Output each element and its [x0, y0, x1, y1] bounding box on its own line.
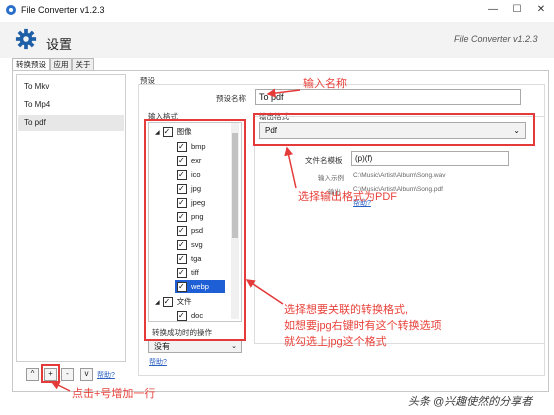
page-title: 设置 [46, 37, 73, 52]
tab-application[interactable]: 应用 [50, 58, 72, 70]
preset-item-pdf[interactable]: To pdf [18, 115, 124, 131]
annotation-box-formats [144, 119, 246, 341]
input-example-value: C:\Music\Artist\Album\Song.wav [353, 172, 446, 179]
help-link-after-convert[interactable]: 帮助? [149, 357, 167, 367]
window-title: File Converter v1.2.3 [21, 5, 105, 15]
tab-about[interactable]: 关于 [72, 58, 94, 70]
preset-name-label: 预设名称 [216, 94, 246, 103]
input-example-label: 输入示例 [318, 175, 344, 182]
filename-template-input[interactable]: (p)(f) [351, 151, 509, 166]
help-link[interactable]: 帮助? [97, 370, 115, 380]
preset-item-mkv[interactable]: To Mkv [18, 79, 124, 95]
preset-item-mp4[interactable]: To Mp4 [18, 97, 124, 113]
remove-preset-button[interactable]: - [61, 368, 74, 381]
close-button[interactable]: ✕ [532, 2, 550, 18]
annotation-output: 选择输出格式为PDF [298, 191, 397, 203]
chevron-down-icon: ⌄ [231, 343, 237, 350]
move-up-button[interactable]: ^ [26, 368, 39, 381]
version-label: File Converter v1.2.3 [454, 34, 538, 44]
annotation-formats-2: 如想要jpg右键时有这个转换选项 [284, 320, 442, 332]
preset-name-input[interactable]: To pdf [255, 89, 521, 105]
annotation-formats-1: 选择想要关联的转换格式, [284, 304, 409, 316]
gear-icon [15, 28, 37, 50]
annotation-add: 点击+号增加一行 [72, 388, 156, 400]
filename-template-label: 文件名模板 [305, 156, 343, 165]
preset-list: To Mkv To Mp4 To pdf [16, 74, 126, 362]
app-logo-icon [6, 5, 16, 15]
watermark: 头条 @兴趣使然的分享者 [408, 396, 533, 408]
annotation-box-output [253, 113, 535, 146]
maximize-button[interactable]: ☐ [508, 2, 526, 18]
annotation-box-add [41, 364, 60, 383]
move-down-button[interactable]: v [80, 368, 93, 381]
annotation-formats-3: 就勾选上jpg这个格式 [284, 336, 387, 348]
minimize-button[interactable]: — [484, 2, 502, 18]
annotation-name: 输入名称 [303, 78, 347, 90]
after-convert-select[interactable]: 没有 ⌄ [148, 339, 242, 353]
